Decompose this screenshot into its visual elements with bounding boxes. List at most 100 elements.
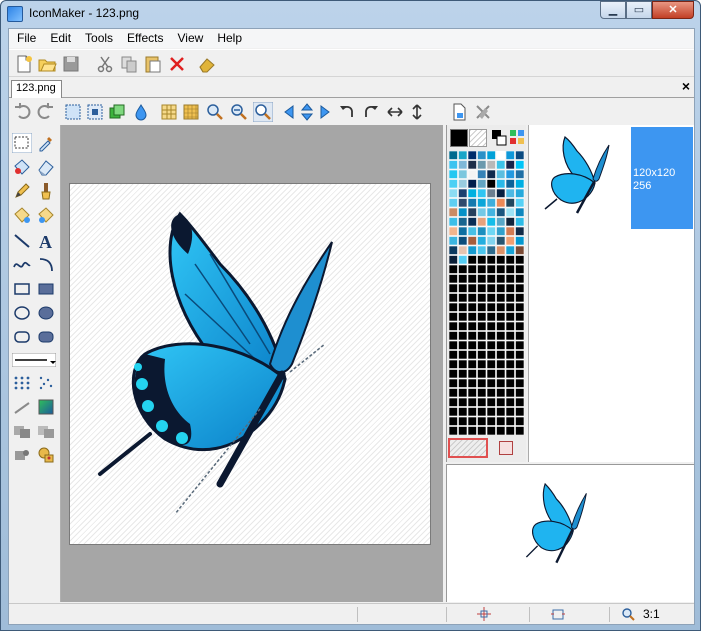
fill-bucket-icon[interactable] (12, 157, 32, 177)
palette-swatch[interactable] (467, 264, 477, 274)
palette-swatch[interactable] (515, 312, 525, 322)
palette-swatch[interactable] (467, 293, 477, 303)
palette-swatch[interactable] (458, 169, 468, 179)
palette-swatch[interactable] (477, 340, 487, 350)
palette-swatch[interactable] (467, 236, 477, 246)
palette-swatch[interactable] (467, 359, 477, 369)
palette-swatch[interactable] (496, 198, 506, 208)
palette-swatch[interactable] (486, 397, 496, 407)
line-icon[interactable] (12, 231, 32, 251)
palette-swatch[interactable] (477, 188, 487, 198)
palette-swatch[interactable] (505, 179, 515, 189)
diagonal-line-icon[interactable] (12, 397, 32, 417)
inverse-color-swatch[interactable] (499, 441, 513, 455)
palette-swatch[interactable] (505, 207, 515, 217)
palette-swatch[interactable] (458, 388, 468, 398)
palette-swatch[interactable] (496, 226, 506, 236)
palette-swatch[interactable] (505, 302, 515, 312)
palette-swatch[interactable] (505, 160, 515, 170)
palette-swatch[interactable] (496, 302, 506, 312)
palette-swatch[interactable] (515, 369, 525, 379)
palette-swatch[interactable] (467, 179, 477, 189)
rectangle-icon[interactable] (12, 279, 32, 299)
palette-swatch[interactable] (505, 378, 515, 388)
format-thumbnail[interactable] (535, 129, 631, 229)
palette-swatch[interactable] (458, 151, 468, 160)
palette-swatch[interactable] (449, 264, 458, 274)
palette-swatch[interactable] (486, 283, 496, 293)
palette-swatch[interactable] (486, 388, 496, 398)
palette-swatch[interactable] (477, 160, 487, 170)
palette-swatch[interactable] (505, 293, 515, 303)
palette-swatch[interactable] (467, 207, 477, 217)
palette-swatch[interactable] (515, 226, 525, 236)
line-width-selector[interactable] (12, 353, 56, 367)
palette-swatch[interactable] (449, 198, 458, 208)
palette-swatch[interactable] (496, 245, 506, 255)
palette-swatch[interactable] (449, 388, 458, 398)
open-folder-icon[interactable] (37, 54, 57, 74)
palette-swatch[interactable] (477, 397, 487, 407)
minimize-button[interactable]: ▁ (600, 1, 626, 19)
palette-swatch[interactable] (505, 426, 515, 436)
color-replace-icon[interactable] (12, 205, 32, 225)
palette-swatch[interactable] (486, 188, 496, 198)
palette-swatch[interactable] (467, 407, 477, 417)
palette-swatch[interactable] (458, 188, 468, 198)
palette-swatch[interactable] (458, 264, 468, 274)
palette-swatch[interactable] (515, 359, 525, 369)
palette-swatch[interactable] (496, 188, 506, 198)
palette-swatch[interactable] (458, 179, 468, 189)
palette-swatch[interactable] (458, 378, 468, 388)
palette-swatch[interactable] (496, 312, 506, 322)
palette-swatch[interactable] (515, 340, 525, 350)
drop-icon[interactable] (131, 102, 151, 122)
palette-swatch[interactable] (515, 236, 525, 246)
icon-canvas[interactable] (69, 183, 431, 545)
palette-swatch[interactable] (515, 397, 525, 407)
palette-swatch[interactable] (486, 321, 496, 331)
palette-swatch[interactable] (458, 255, 468, 265)
palette-swatch[interactable] (486, 255, 496, 265)
menu-edit[interactable]: Edit (44, 29, 79, 48)
palette-swatch[interactable] (477, 255, 487, 265)
palette-swatch[interactable] (449, 407, 458, 417)
crop-selection-icon[interactable] (85, 102, 105, 122)
palette-swatch[interactable] (467, 274, 477, 284)
palette-swatch[interactable] (486, 331, 496, 341)
palette-swatch[interactable] (505, 397, 515, 407)
palette-swatch[interactable] (486, 302, 496, 312)
menu-file[interactable]: File (11, 29, 44, 48)
palette-swatch[interactable] (515, 217, 525, 227)
palette-swatch[interactable] (477, 302, 487, 312)
palette-swatch[interactable] (505, 245, 515, 255)
palette-swatch[interactable] (458, 359, 468, 369)
palette-swatch[interactable] (486, 369, 496, 379)
grid-icon[interactable] (159, 102, 179, 122)
close-tab-icon[interactable]: × (682, 78, 690, 94)
palette-swatch[interactable] (449, 293, 458, 303)
palette-swatch[interactable] (477, 245, 487, 255)
gradient-fill-icon[interactable] (36, 205, 56, 225)
palette-swatch[interactable] (477, 169, 487, 179)
palette-swatch[interactable] (515, 255, 525, 265)
zoom-out-icon[interactable] (229, 102, 249, 122)
palette-swatch[interactable] (505, 226, 515, 236)
palette-swatch[interactable] (467, 302, 477, 312)
palette-swatch[interactable] (496, 264, 506, 274)
palette-swatch[interactable] (467, 321, 477, 331)
arc-icon[interactable] (36, 255, 56, 275)
palette-swatch[interactable] (496, 350, 506, 360)
palette-swatch[interactable] (477, 369, 487, 379)
lock-transparency-icon[interactable] (36, 445, 56, 465)
palette-swatch[interactable] (458, 160, 468, 170)
brush-icon[interactable] (36, 181, 56, 201)
palette-swatch[interactable] (505, 407, 515, 417)
palette-swatch[interactable] (496, 321, 506, 331)
palette-swatch[interactable] (486, 312, 496, 322)
palette-swatch[interactable] (496, 369, 506, 379)
undo-icon[interactable] (13, 102, 33, 122)
palette-swatch[interactable] (458, 226, 468, 236)
palette-swatch[interactable] (458, 331, 468, 341)
palette-swatch[interactable] (449, 312, 458, 322)
